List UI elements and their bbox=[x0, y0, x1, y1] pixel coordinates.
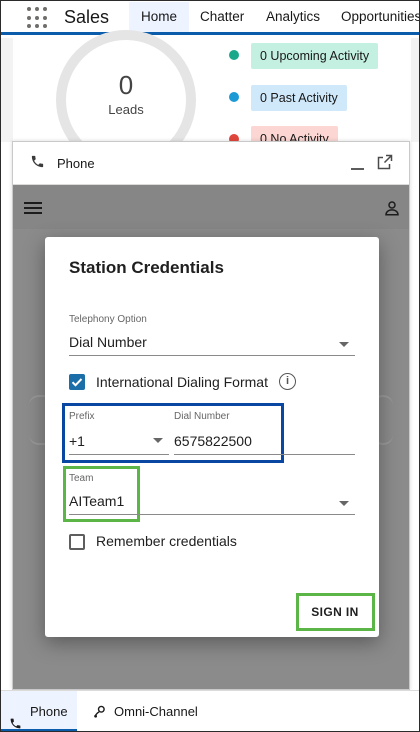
phone-panel-header: Phone bbox=[13, 142, 409, 185]
tab-analytics[interactable]: Analytics bbox=[254, 2, 332, 32]
phone-panel-title: Phone bbox=[57, 156, 95, 171]
dial-number-underline bbox=[174, 454, 355, 455]
remember-credentials-label: Remember credentials bbox=[96, 533, 237, 549]
upcoming-dot bbox=[229, 50, 239, 60]
leads-card: 0 Leads 0 Upcoming Activity 0 Past Activ… bbox=[13, 30, 411, 170]
team-select[interactable]: AITeam1 bbox=[69, 493, 124, 509]
dial-number-input[interactable]: 6575822500 bbox=[174, 433, 252, 449]
utility-item-omni-channel[interactable]: Omni-Channel bbox=[114, 691, 198, 732]
utility-item-label: Phone bbox=[30, 704, 68, 719]
prefix-label: Prefix bbox=[69, 411, 95, 422]
app-launcher-icon[interactable] bbox=[27, 7, 49, 29]
global-nav: Sales Home Chatter Analytics Opportuniti… bbox=[1, 1, 420, 35]
telephony-option-label: Telephony Option bbox=[69, 314, 147, 325]
utility-item-label: Omni-Channel bbox=[114, 704, 198, 719]
team-underline bbox=[69, 514, 355, 515]
upcoming-activity-pill: 0 Upcoming Activity bbox=[251, 43, 379, 69]
prefix-underline bbox=[69, 454, 169, 455]
remember-credentials-checkbox[interactable] bbox=[69, 534, 85, 550]
intl-format-checkbox[interactable] bbox=[69, 374, 85, 390]
phone-icon bbox=[9, 705, 22, 732]
leads-label: Leads bbox=[108, 102, 144, 117]
team-label: Team bbox=[69, 473, 94, 484]
telephony-option-select[interactable]: Dial Number bbox=[69, 334, 147, 350]
telephony-underline bbox=[69, 355, 355, 356]
prefix-select[interactable]: +1 bbox=[69, 433, 85, 449]
leads-count: 0 bbox=[118, 70, 134, 100]
dial-number-label: Dial Number bbox=[174, 411, 230, 422]
chevron-down-icon[interactable] bbox=[153, 438, 163, 443]
utility-item-phone[interactable]: Phone bbox=[1, 691, 77, 732]
sign-in-button[interactable]: SIGN IN bbox=[300, 597, 370, 627]
past-activity-pill: 0 Past Activity bbox=[251, 85, 347, 111]
minimize-icon[interactable] bbox=[351, 168, 364, 170]
home-dashboard: 0 Leads 0 Upcoming Activity 0 Past Activ… bbox=[1, 30, 419, 170]
app-name: Sales bbox=[64, 7, 110, 27]
info-icon[interactable]: i bbox=[279, 373, 296, 390]
chevron-down-icon[interactable] bbox=[339, 501, 349, 506]
intl-format-label: International Dialing Format bbox=[96, 374, 268, 390]
softphone-toolbar bbox=[13, 185, 409, 229]
phone-icon bbox=[30, 154, 45, 174]
tab-home[interactable]: Home bbox=[129, 2, 190, 32]
user-icon[interactable] bbox=[383, 199, 401, 222]
past-dot bbox=[229, 92, 239, 102]
tab-chatter[interactable]: Chatter bbox=[188, 2, 256, 32]
station-credentials-dialog: Station Credentials Telephony Option Dia… bbox=[45, 237, 379, 637]
popout-icon[interactable] bbox=[377, 154, 393, 175]
tab-opportunities[interactable]: Opportunities bbox=[329, 2, 420, 32]
hamburger-menu-icon[interactable] bbox=[24, 202, 42, 214]
chevron-down-icon[interactable] bbox=[339, 342, 349, 347]
dialog-title: Station Credentials bbox=[69, 258, 224, 277]
omni-channel-icon bbox=[93, 704, 107, 723]
utility-bar: Phone Omni-Channel bbox=[1, 690, 419, 732]
